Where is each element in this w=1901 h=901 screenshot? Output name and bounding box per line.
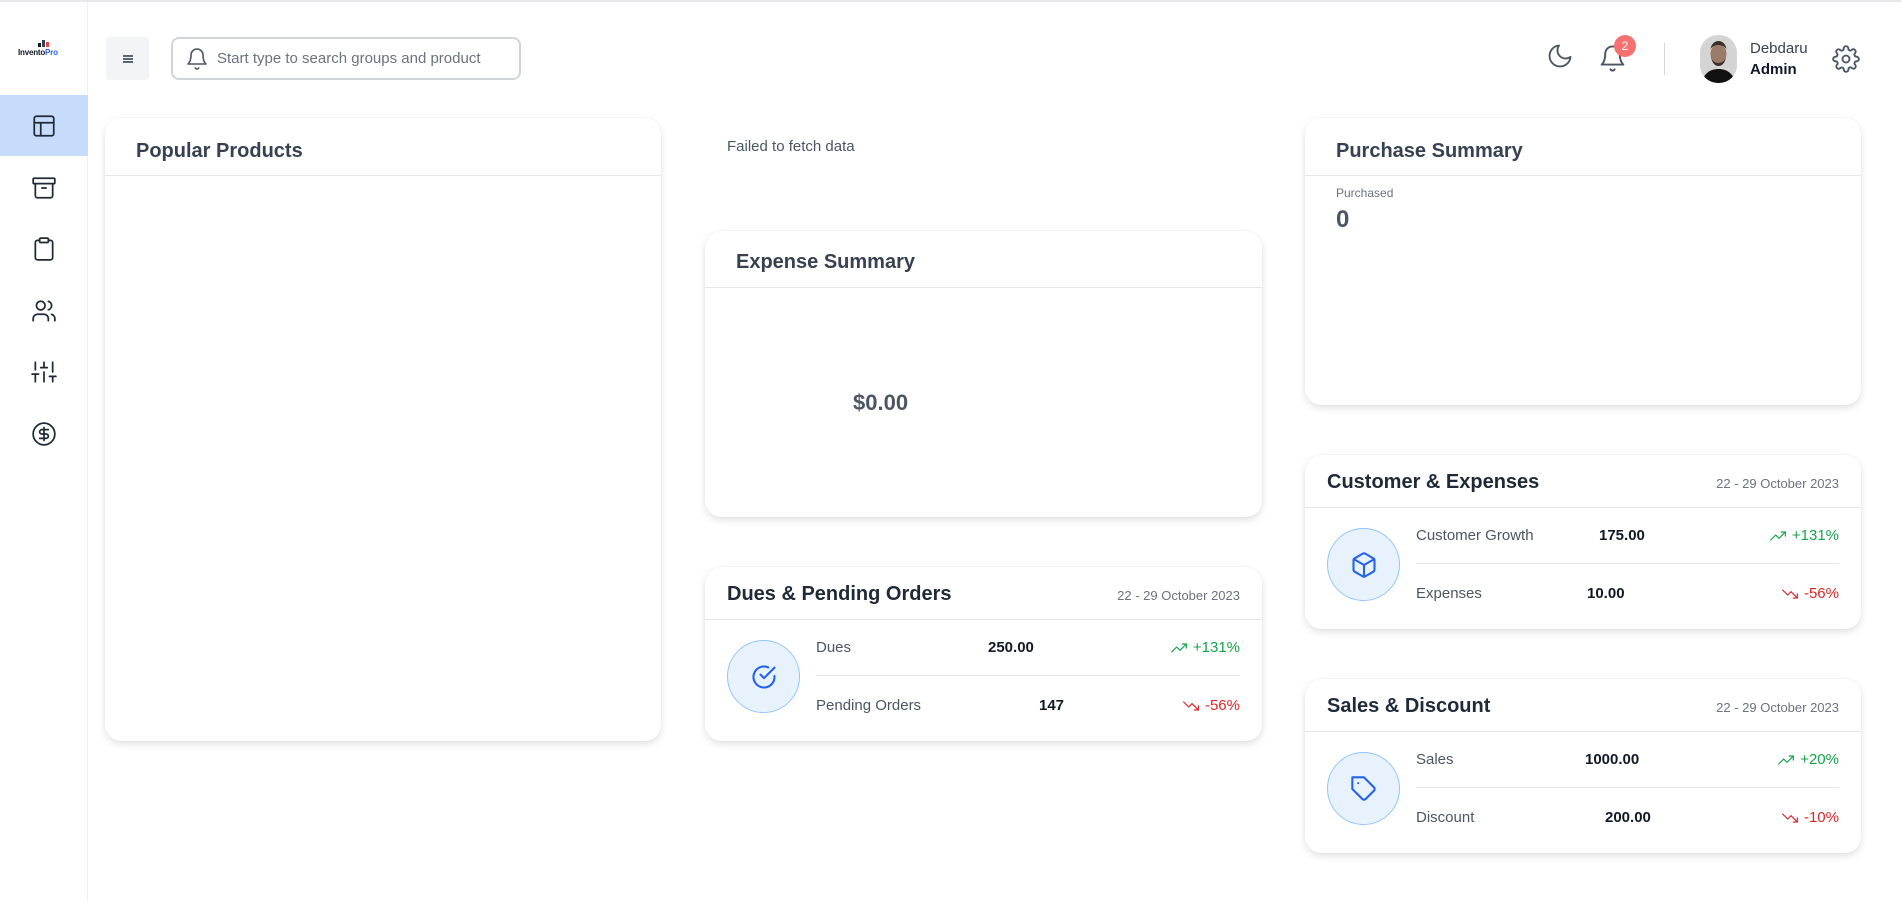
app-logo[interactable]: InventoPro bbox=[18, 40, 68, 60]
header-divider bbox=[1664, 43, 1665, 75]
avatar[interactable] bbox=[1700, 35, 1737, 83]
menu-toggle-button[interactable] bbox=[106, 37, 149, 80]
expense-total: $0.00 bbox=[853, 390, 909, 415]
card-divider bbox=[1305, 731, 1861, 732]
trending-down-icon bbox=[1782, 812, 1798, 823]
notification-badge: 2 bbox=[1614, 35, 1636, 57]
user-photo-icon bbox=[1700, 35, 1737, 83]
logo-text: InventoPro bbox=[18, 48, 58, 57]
customer-growth-change-text: +131% bbox=[1791, 527, 1839, 544]
sidebar-item-products[interactable] bbox=[0, 218, 88, 279]
moon-icon bbox=[1548, 44, 1572, 68]
card-divider bbox=[705, 619, 1262, 620]
gear-icon bbox=[1832, 45, 1860, 73]
customer-growth-label: Customer Growth bbox=[1416, 527, 1534, 544]
customer-growth-value: 175.00 bbox=[1599, 527, 1645, 544]
sidebar-item-users[interactable] bbox=[0, 280, 88, 341]
pending-orders-change: -56% bbox=[1183, 697, 1240, 714]
tag-icon bbox=[1350, 775, 1376, 801]
trending-up-icon bbox=[1170, 642, 1187, 653]
expenses-change: -56% bbox=[1782, 585, 1839, 602]
customer-icon-circle bbox=[1327, 528, 1400, 601]
expenses-value: 10.00 bbox=[1587, 585, 1625, 602]
sales-discount-title: Sales & Discount bbox=[1327, 695, 1491, 717]
users-icon bbox=[32, 299, 56, 322]
user-name: Debdaru bbox=[1750, 40, 1808, 57]
sales-label: Sales bbox=[1416, 751, 1454, 768]
search-bar[interactable] bbox=[171, 37, 521, 80]
purchased-label: Purchased bbox=[1336, 186, 1394, 200]
dues-icon-circle bbox=[727, 640, 800, 713]
trending-down-icon bbox=[1183, 700, 1199, 711]
sidebar-item-settings[interactable] bbox=[0, 341, 88, 402]
sales-change: +20% bbox=[1778, 751, 1839, 768]
pending-orders-label: Pending Orders bbox=[816, 697, 922, 714]
date-range: 22 - 29 October 2023 bbox=[1117, 588, 1240, 603]
discount-value: 200.00 bbox=[1605, 809, 1651, 826]
customer-expenses-card: Customer & Expenses 22 - 29 October 2023… bbox=[1305, 455, 1861, 629]
dues-change: +131% bbox=[1170, 639, 1240, 656]
trending-up-icon bbox=[1778, 754, 1795, 765]
purchase-summary-title: Purchase Summary bbox=[1336, 140, 1523, 162]
sales-summary-error: Failed to fetch data bbox=[727, 138, 855, 155]
expenses-change-text: -56% bbox=[1803, 585, 1839, 602]
row-separator bbox=[1416, 787, 1839, 788]
sales-discount-card: Sales & Discount 22 - 29 October 2023 Sa… bbox=[1305, 679, 1861, 853]
hamburger-icon bbox=[122, 54, 133, 63]
expense-summary-card: Expense Summary bbox=[705, 231, 1262, 517]
dues-pending-title: Dues & Pending Orders bbox=[727, 583, 952, 605]
purchased-value: 0 bbox=[1336, 206, 1350, 233]
card-divider bbox=[1305, 507, 1861, 508]
sales-icon-circle bbox=[1327, 752, 1400, 825]
logo-bars-icon bbox=[38, 40, 49, 47]
discount-change-text: -10% bbox=[1803, 809, 1839, 826]
user-role: Admin bbox=[1750, 61, 1797, 78]
sidebar-item-dashboard[interactable] bbox=[0, 95, 88, 156]
trending-up-icon bbox=[1769, 530, 1786, 541]
expenses-label: Expenses bbox=[1416, 585, 1482, 602]
row-separator bbox=[816, 675, 1240, 676]
sidebar: InventoPro bbox=[0, 2, 88, 901]
card-divider bbox=[705, 287, 1262, 288]
discount-label: Discount bbox=[1416, 809, 1475, 826]
card-divider bbox=[1305, 175, 1861, 176]
pending-orders-value: 147 bbox=[1039, 697, 1065, 714]
discount-change: -10% bbox=[1782, 809, 1839, 826]
sales-value: 1000.00 bbox=[1585, 751, 1640, 768]
search-input[interactable] bbox=[217, 50, 507, 67]
pending-orders-change-text: -56% bbox=[1204, 697, 1240, 714]
dollar-circle-icon bbox=[32, 421, 56, 446]
package-icon bbox=[1351, 551, 1376, 578]
check-circle-icon bbox=[751, 664, 776, 689]
popular-products-card: Popular Products bbox=[105, 118, 661, 741]
dues-value: 250.00 bbox=[988, 639, 1034, 656]
row-separator bbox=[1416, 563, 1839, 564]
sidebar-item-inventory[interactable] bbox=[0, 157, 88, 218]
sliders-icon bbox=[31, 360, 57, 383]
date-range: 22 - 29 October 2023 bbox=[1716, 700, 1839, 715]
card-divider bbox=[105, 175, 661, 176]
archive-icon bbox=[32, 176, 56, 199]
dues-pending-card: Dues & Pending Orders 22 - 29 October 20… bbox=[705, 567, 1262, 741]
customer-expenses-title: Customer & Expenses bbox=[1327, 471, 1540, 493]
dues-label: Dues bbox=[816, 639, 852, 656]
trending-down-icon bbox=[1782, 588, 1798, 599]
clipboard-icon bbox=[34, 236, 54, 261]
sales-change-text: +20% bbox=[1800, 751, 1839, 768]
layout-icon bbox=[33, 114, 55, 137]
expense-summary-title: Expense Summary bbox=[736, 251, 915, 273]
date-range: 22 - 29 October 2023 bbox=[1716, 476, 1839, 491]
customer-growth-change: +131% bbox=[1769, 527, 1839, 544]
dark-mode-toggle[interactable] bbox=[1546, 42, 1574, 70]
popular-products-title: Popular Products bbox=[136, 140, 303, 162]
sidebar-item-expenses[interactable] bbox=[0, 403, 88, 464]
purchase-summary-card: Purchase Summary bbox=[1305, 118, 1861, 405]
bell-search-icon bbox=[187, 47, 207, 70]
dues-change-text: +131% bbox=[1192, 639, 1240, 656]
settings-button[interactable] bbox=[1832, 45, 1860, 73]
